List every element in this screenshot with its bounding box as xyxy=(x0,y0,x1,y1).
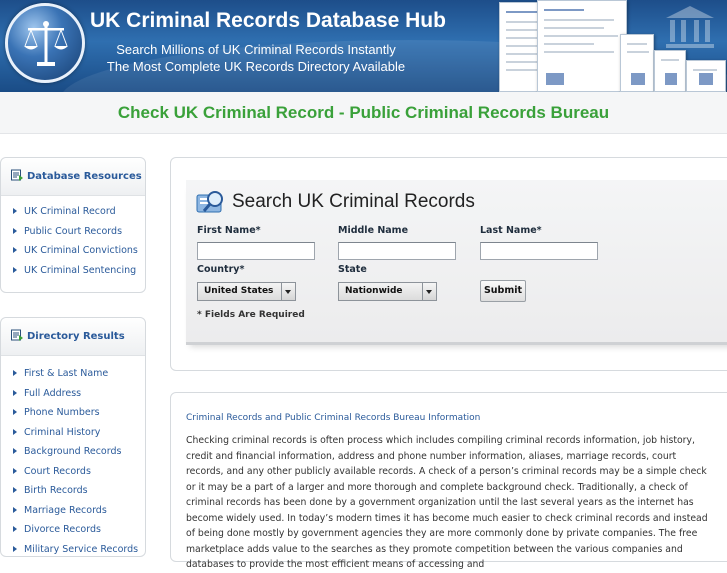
sidebar-link[interactable]: Criminal History xyxy=(1,423,145,443)
arrow-right-icon xyxy=(13,409,17,415)
arrow-right-icon xyxy=(13,247,17,253)
sidebar-link[interactable]: UK Criminal Convictions xyxy=(1,241,145,261)
sidebar-link-list: UK Criminal Record Public Court Records … xyxy=(1,196,145,280)
arrow-right-icon xyxy=(13,266,17,273)
sidebar-link[interactable]: Full Address xyxy=(1,384,145,404)
sidebar-link-label[interactable]: Background Records xyxy=(24,446,121,457)
record-document-image xyxy=(686,60,726,92)
required-fields-note: * Fields Are Required xyxy=(197,310,305,320)
search-records-icon xyxy=(196,191,223,213)
arrow-right-icon xyxy=(13,208,17,214)
state-select-value: Nationwide xyxy=(345,286,403,296)
country-select[interactable]: United States xyxy=(197,282,296,301)
arrow-right-icon xyxy=(13,448,17,454)
sidebar-link[interactable]: Divorce Records xyxy=(1,520,145,540)
state-label: State xyxy=(338,264,367,275)
search-form: Search UK Criminal Records First Name* M… xyxy=(186,180,727,345)
sidebar-link[interactable]: Military Service Records xyxy=(1,540,145,560)
sidebar-link[interactable]: Marriage Records xyxy=(1,501,145,521)
notepad-icon xyxy=(11,169,23,181)
sidebar-link-label[interactable]: Public Court Records xyxy=(24,226,122,237)
arrow-right-icon xyxy=(13,370,17,376)
sidebar-link[interactable]: Court Records xyxy=(1,462,145,482)
page-heading-bar: Check UK Criminal Record - Public Crimin… xyxy=(0,92,727,134)
arrow-right-icon xyxy=(13,487,17,493)
sidebar-link-list: First & Last Name Full Address Phone Num… xyxy=(1,356,145,559)
sidebar-heading: Database Resources xyxy=(27,171,142,182)
sidebar-link-label[interactable]: Divorce Records xyxy=(24,524,101,535)
sidebar-link-label[interactable]: UK Criminal Convictions xyxy=(24,245,138,256)
courthouse-icon xyxy=(666,6,714,48)
sidebar-section-header: Database Resources xyxy=(1,158,145,196)
chevron-down-icon[interactable] xyxy=(422,283,436,300)
sidebar-link[interactable]: UK Criminal Record xyxy=(1,202,145,222)
last-name-label: Last Name* xyxy=(480,225,542,236)
sidebar-link-label[interactable]: UK Criminal Sentencing xyxy=(24,265,136,276)
sidebar-link-label[interactable]: Criminal History xyxy=(24,427,100,438)
chevron-down-icon[interactable] xyxy=(281,283,295,300)
arrow-right-icon xyxy=(13,227,17,234)
record-document-image xyxy=(620,34,654,92)
notepad-icon xyxy=(11,329,23,341)
sidebar-link-label[interactable]: Phone Numbers xyxy=(24,407,100,418)
sidebar-link[interactable]: First & Last Name xyxy=(1,364,145,384)
sidebar-link-label[interactable]: UK Criminal Record xyxy=(24,206,116,217)
country-select-value: United States xyxy=(204,286,274,296)
last-name-input[interactable] xyxy=(480,242,598,260)
sidebar-link[interactable]: Background Records xyxy=(1,442,145,462)
sidebar-link[interactable]: Public Court Records xyxy=(1,222,145,242)
page-title: Check UK Criminal Record - Public Crimin… xyxy=(117,103,610,122)
middle-name-label: Middle Name xyxy=(338,225,409,236)
sidebar-directory-results: Directory Results First & Last Name Full… xyxy=(0,317,146,557)
scales-of-justice-icon[interactable] xyxy=(5,3,85,83)
sidebar-link-label[interactable]: First & Last Name xyxy=(24,368,108,379)
sidebar-link-label[interactable]: Birth Records xyxy=(24,485,88,496)
arrow-right-icon xyxy=(13,428,17,435)
sidebar-database-resources: Database Resources UK Criminal Record Pu… xyxy=(0,157,146,293)
sidebar-link[interactable]: Birth Records xyxy=(1,481,145,501)
arrow-right-icon xyxy=(13,389,17,396)
arrow-right-icon xyxy=(13,506,17,513)
header-tagline-secondary: The Most Complete UK Records Directory A… xyxy=(106,59,406,74)
submit-button[interactable]: Submit xyxy=(480,280,526,302)
arrow-right-icon xyxy=(13,526,17,532)
sidebar-link-label[interactable]: Military Service Records xyxy=(24,544,138,555)
arrow-right-icon xyxy=(13,545,17,552)
site-title[interactable]: UK Criminal Records Database Hub xyxy=(90,9,446,33)
site-header: UK Criminal Records Database Hub Search … xyxy=(0,0,727,92)
sidebar-link[interactable]: UK Criminal Sentencing xyxy=(1,261,145,281)
country-label: Country* xyxy=(197,264,245,275)
sidebar-heading: Directory Results xyxy=(27,331,125,342)
info-title: Criminal Records and Public Criminal Rec… xyxy=(186,413,481,423)
search-panel: Search UK Criminal Records First Name* M… xyxy=(170,157,727,371)
search-title: Search UK Criminal Records xyxy=(232,191,475,212)
sidebar-link-label[interactable]: Marriage Records xyxy=(24,505,107,516)
sidebar-link[interactable]: Phone Numbers xyxy=(1,403,145,423)
state-select[interactable]: Nationwide xyxy=(338,282,437,301)
record-document-image xyxy=(537,0,627,92)
arrow-right-icon xyxy=(13,467,17,474)
first-name-input[interactable] xyxy=(197,242,315,260)
info-body-text: Checking criminal records is often proce… xyxy=(186,435,708,570)
record-document-image xyxy=(654,50,686,92)
sidebar-link-label[interactable]: Full Address xyxy=(24,388,81,399)
header-tagline: Search Millions of UK Criminal Records I… xyxy=(116,42,396,57)
sidebar-link-label[interactable]: Court Records xyxy=(24,466,91,477)
sidebar-section-header: Directory Results xyxy=(1,318,145,356)
info-panel: Criminal Records and Public Criminal Rec… xyxy=(170,392,727,570)
first-name-label: First Name* xyxy=(197,225,261,236)
middle-name-input[interactable] xyxy=(338,242,456,260)
